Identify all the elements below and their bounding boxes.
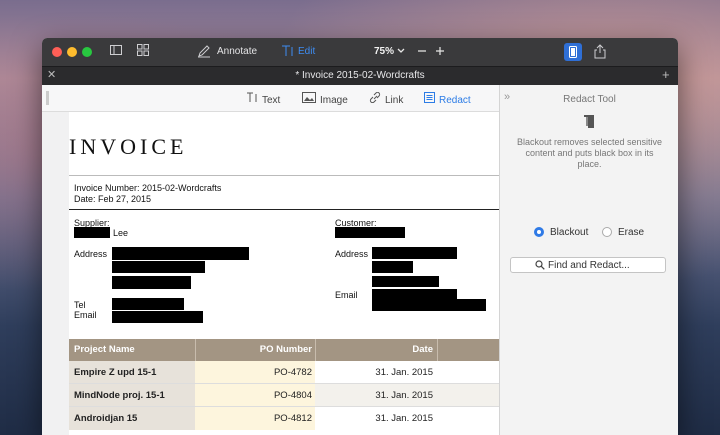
row-po-number[interactable]: PO-4782 xyxy=(274,367,312,379)
supplier-name-suffix[interactable]: Lee xyxy=(113,228,128,239)
row-project-name[interactable]: MindNode proj. 15-1 xyxy=(74,390,165,402)
column-divider xyxy=(437,339,438,361)
minus-icon[interactable] xyxy=(417,44,427,60)
redact-panel-title: Redact Tool xyxy=(563,94,616,105)
redact-tool-label: Redact xyxy=(439,95,471,106)
header-project-name[interactable]: Project Name xyxy=(74,344,135,356)
invoice-page: INVOICE Invoice Number: 2015-02-Wordcraf… xyxy=(69,112,499,435)
customer-email-label[interactable]: Email xyxy=(335,290,358,301)
table-header: Project Name PO Number Date xyxy=(69,339,499,361)
blackout-label[interactable]: Blackout xyxy=(550,227,588,238)
chevron-down-icon[interactable] xyxy=(397,44,405,60)
row-project-name[interactable]: Empire Z upd 15-1 xyxy=(74,367,156,379)
document-canvas: INVOICE Invoice Number: 2015-02-Wordcraf… xyxy=(42,112,499,435)
divider xyxy=(69,209,499,210)
erase-radio[interactable] xyxy=(602,227,612,237)
edit-button[interactable]: Edit xyxy=(298,45,315,59)
table-row[interactable]: Empire Z upd 15-1 PO-4782 31. Jan. 2015 xyxy=(69,361,499,384)
annotate-pen-icon[interactable] xyxy=(197,44,211,60)
row-date[interactable]: 31. Jan. 2015 xyxy=(375,390,433,402)
sidebar-panel-icon xyxy=(569,46,577,58)
table-row[interactable]: MindNode proj. 15-1 PO-4804 31. Jan. 201… xyxy=(69,384,499,407)
invoice-date[interactable]: Date: Feb 27, 2015 xyxy=(74,194,151,205)
document-tab-title[interactable]: * Invoice 2015-02-Wordcrafts xyxy=(42,69,678,83)
maximize-window-button[interactable] xyxy=(82,47,92,57)
row-project-name[interactable]: Androidjan 15 xyxy=(74,413,137,425)
redaction-box[interactable] xyxy=(372,289,457,299)
redaction-box[interactable] xyxy=(74,227,110,238)
redaction-box[interactable] xyxy=(372,247,457,259)
thumbnails-icon[interactable] xyxy=(137,44,149,60)
row-po-number[interactable]: PO-4812 xyxy=(274,413,312,425)
link-icon xyxy=(369,91,381,107)
row-po-number[interactable]: PO-4804 xyxy=(274,390,312,402)
redaction-box[interactable] xyxy=(112,276,191,289)
redact-panel: » Redact Tool Blackout removes selected … xyxy=(499,85,678,435)
divider xyxy=(69,175,499,176)
text-cursor-icon[interactable] xyxy=(280,44,294,60)
redaction-box[interactable] xyxy=(112,298,184,310)
marker-icon xyxy=(584,115,594,128)
redaction-box[interactable] xyxy=(372,261,413,273)
row-date[interactable]: 31. Jan. 2015 xyxy=(375,413,433,425)
column-divider xyxy=(315,339,316,361)
sidebar-panel-button[interactable] xyxy=(564,43,582,61)
minimize-window-button[interactable] xyxy=(67,47,77,57)
invoice-number[interactable]: Invoice Number: 2015-02-Wordcrafts xyxy=(74,183,221,194)
redact-description: Blackout removes selected sensitive cont… xyxy=(516,137,663,169)
redaction-box[interactable] xyxy=(112,247,249,260)
header-date[interactable]: Date xyxy=(412,344,433,356)
toolbar: Annotate Edit 75% xyxy=(42,38,678,66)
table-row[interactable]: Androidjan 15 PO-4812 31. Jan. 2015 xyxy=(69,407,499,430)
redact-icon xyxy=(424,92,435,107)
zoom-level[interactable]: 75% xyxy=(374,45,394,59)
blackout-radio[interactable] xyxy=(534,227,544,237)
new-tab-plus-icon[interactable]: + xyxy=(662,67,670,83)
link-tool-button[interactable]: Link xyxy=(369,91,404,107)
invoice-title[interactable]: INVOICE xyxy=(69,134,369,160)
redaction-box[interactable] xyxy=(112,311,203,323)
plus-icon[interactable] xyxy=(435,44,445,60)
text-tool-label: Text xyxy=(262,95,281,106)
image-tool-label: Image xyxy=(320,95,348,106)
row-date[interactable]: 31. Jan. 2015 xyxy=(375,367,433,379)
header-po-number[interactable]: PO Number xyxy=(260,344,312,356)
sidebar-icon[interactable] xyxy=(110,44,122,60)
app-window: Annotate Edit 75% ✕ * Invoice 2015-02-Wo… xyxy=(42,38,678,435)
supplier-address-label[interactable]: Address xyxy=(74,249,107,260)
find-and-redact-label: Find and Redact... xyxy=(548,260,630,271)
image-icon xyxy=(302,92,316,107)
customer-address-label[interactable]: Address xyxy=(335,249,368,260)
annotate-button[interactable]: Annotate xyxy=(217,45,257,59)
find-and-redact-button[interactable]: Find and Redact... xyxy=(510,257,666,273)
text-cursor-icon xyxy=(246,92,258,107)
redaction-box[interactable] xyxy=(335,227,405,238)
supplier-email-label[interactable]: Email xyxy=(74,310,97,321)
strip-handle xyxy=(46,91,49,105)
search-icon xyxy=(535,260,545,270)
column-divider xyxy=(195,339,196,361)
redaction-box[interactable] xyxy=(372,276,439,287)
redaction-box[interactable] xyxy=(372,299,486,311)
redact-tool-button[interactable]: Redact xyxy=(424,92,471,107)
erase-label[interactable]: Erase xyxy=(618,227,644,238)
close-window-button[interactable] xyxy=(52,47,62,57)
redaction-box[interactable] xyxy=(112,261,205,273)
image-tool-button[interactable]: Image xyxy=(302,92,348,107)
tab-bar: ✕ * Invoice 2015-02-Wordcrafts + xyxy=(42,66,678,85)
edit-tool-strip: Text Image Link Redact xyxy=(42,85,499,112)
link-tool-label: Link xyxy=(385,95,404,106)
share-icon[interactable] xyxy=(594,44,606,60)
text-tool-button[interactable]: Text xyxy=(246,92,280,107)
